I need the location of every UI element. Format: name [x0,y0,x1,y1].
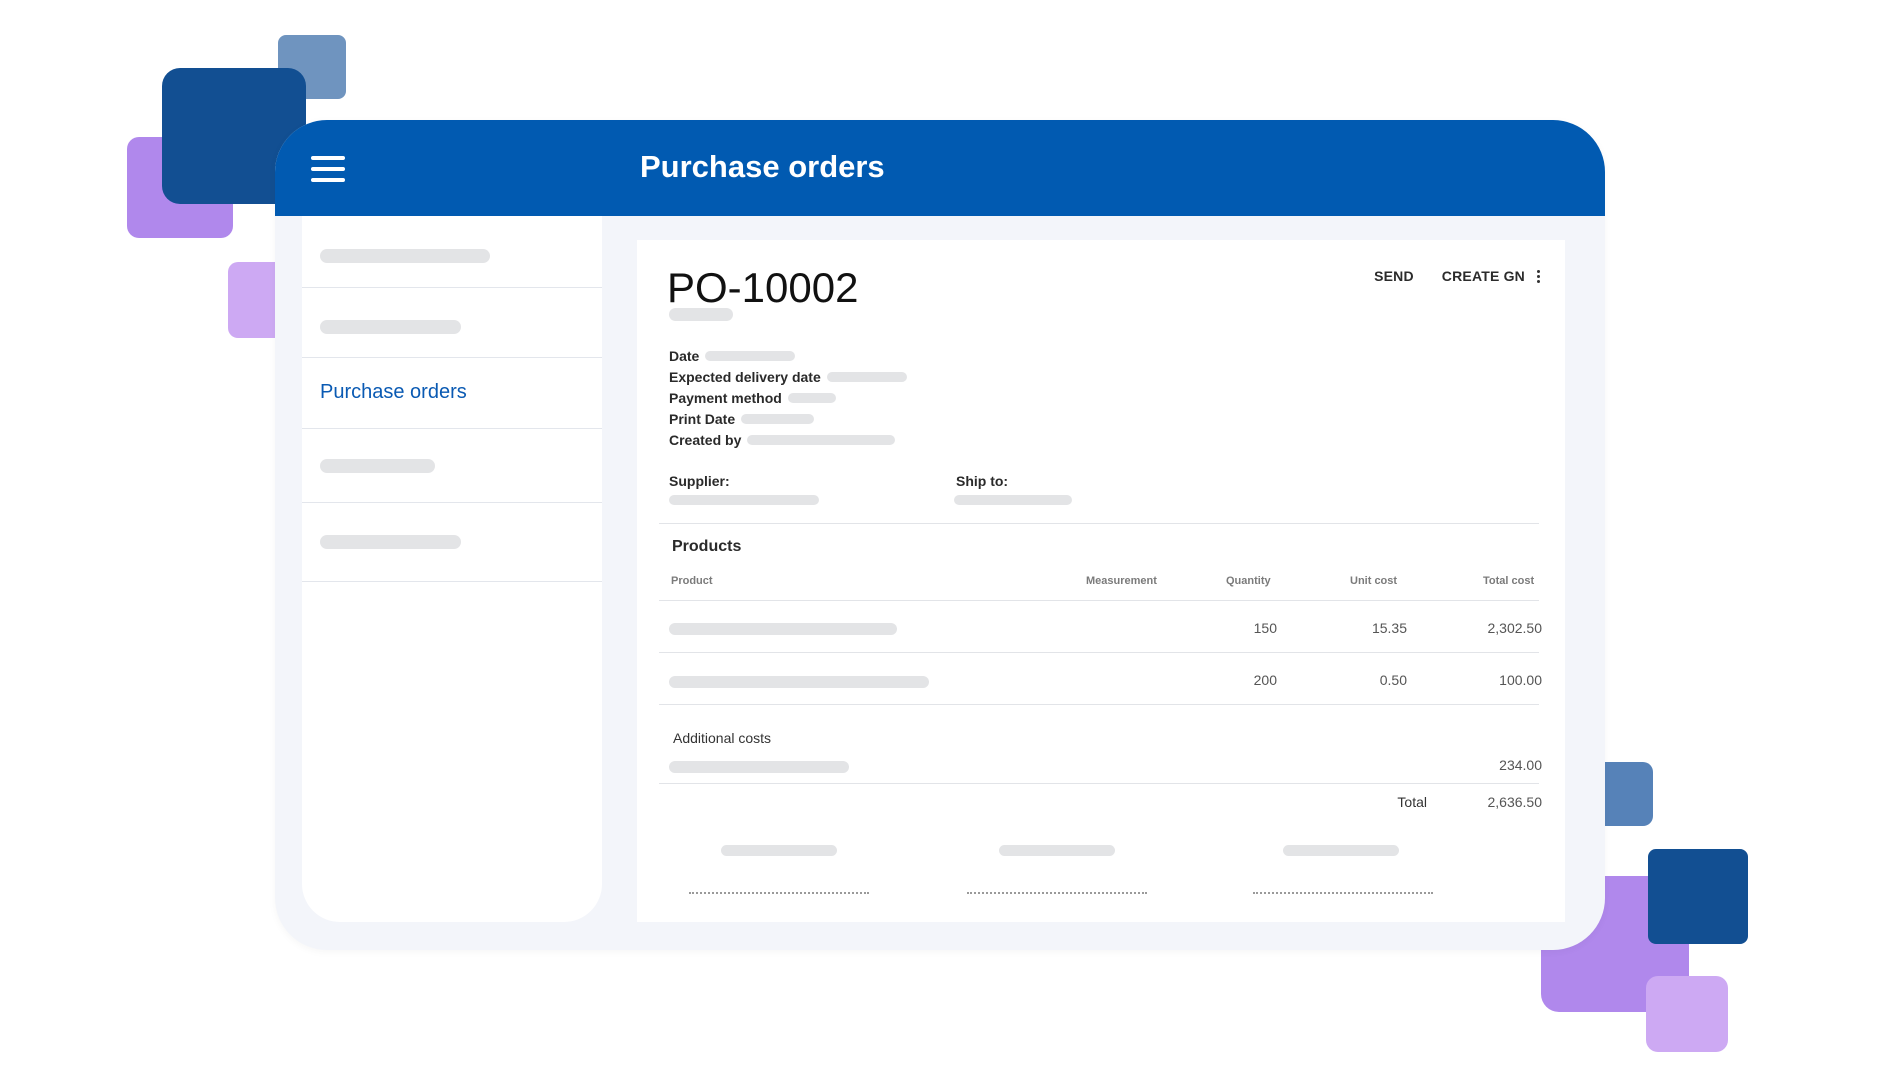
signature-line [1253,892,1433,894]
text-placeholder [747,435,896,445]
text-placeholder [741,414,815,424]
date-label: Date [669,348,700,364]
created-by-field: Created by [669,432,896,448]
print-date-field: Print Date [669,411,815,427]
text-placeholder [826,372,907,382]
sidebar-item-label: Purchase orders [320,381,467,403]
total-cost-cell: 2,302.50 [1487,620,1543,636]
payment-method-label: Payment method [669,390,782,406]
text-placeholder [669,495,819,505]
text-placeholder [320,535,461,549]
quantity-cell: 200 [1253,672,1277,688]
unit-cost-cell: 0.50 [1379,672,1407,688]
text-placeholder [705,351,796,361]
print-date-label: Print Date [669,411,736,427]
column-header-quantity: Quantity [1226,575,1271,587]
quantity-cell: 150 [1253,620,1277,636]
sidebar: Purchase orders [302,216,602,922]
column-header-unit-cost: Unit cost [1350,575,1398,587]
decorative-square [1646,976,1728,1052]
column-header-total-cost: Total cost [1483,575,1535,587]
signature-label-placeholder [999,845,1115,856]
sidebar-item-purchase-orders[interactable]: Purchase orders [302,358,602,429]
signature-line [689,892,869,894]
ship-to-label: Ship to: [956,473,1009,489]
date-field: Date [669,348,796,364]
sidebar-item[interactable] [302,288,602,358]
additional-costs-title: Additional costs [673,730,772,746]
divider [659,783,1539,784]
text-placeholder [320,249,490,263]
send-button[interactable]: SEND [1374,268,1414,284]
sidebar-item[interactable] [302,429,602,503]
payment-method-field: Payment method [669,390,836,406]
signature-label-placeholder [1283,845,1399,856]
text-placeholder [787,393,836,403]
text-placeholder [954,495,1072,505]
divider [659,652,1539,653]
app-header: Purchase orders [275,120,1605,216]
total-amount: 2,636.50 [1487,794,1543,810]
stage: Purchase orders Purchase orders PO-10002 [0,0,1885,1080]
page-title: Purchase orders [640,149,885,184]
document-actions: SEND CREATE GN [1346,268,1541,284]
unit-cost-cell: 15.35 [1371,620,1407,636]
app-window: Purchase orders Purchase orders PO-10002 [275,120,1605,950]
divider [659,704,1539,705]
text-placeholder [320,320,461,334]
text-placeholder [669,308,733,321]
sidebar-item[interactable] [302,503,602,582]
signature-line [967,892,1147,894]
text-placeholder [669,761,849,773]
expected-delivery-field: Expected delivery date [669,369,907,385]
purchase-order-document: PO-10002 SEND CREATE GN Date Expected de… [637,240,1565,922]
hamburger-menu-icon[interactable] [311,156,345,182]
sidebar-item[interactable] [302,216,602,288]
additional-costs-amount: 234.00 [1499,757,1542,773]
supplier-label: Supplier: [669,473,730,489]
decorative-square [1648,849,1748,944]
total-label: Total [1397,794,1427,810]
created-by-label: Created by [669,432,742,448]
text-placeholder [669,676,929,688]
divider [659,523,1539,524]
column-header-product: Product [671,575,713,587]
create-gn-button[interactable]: CREATE GN [1442,268,1525,284]
po-number: PO-10002 [667,264,859,311]
text-placeholder [320,459,435,473]
divider [659,600,1539,601]
expected-delivery-label: Expected delivery date [669,369,821,385]
products-title: Products [672,538,742,555]
more-vertical-icon[interactable] [1535,269,1541,284]
column-header-measurement: Measurement [1086,575,1157,587]
signature-label-placeholder [721,845,837,856]
text-placeholder [669,623,897,635]
total-cost-cell: 100.00 [1499,672,1542,688]
